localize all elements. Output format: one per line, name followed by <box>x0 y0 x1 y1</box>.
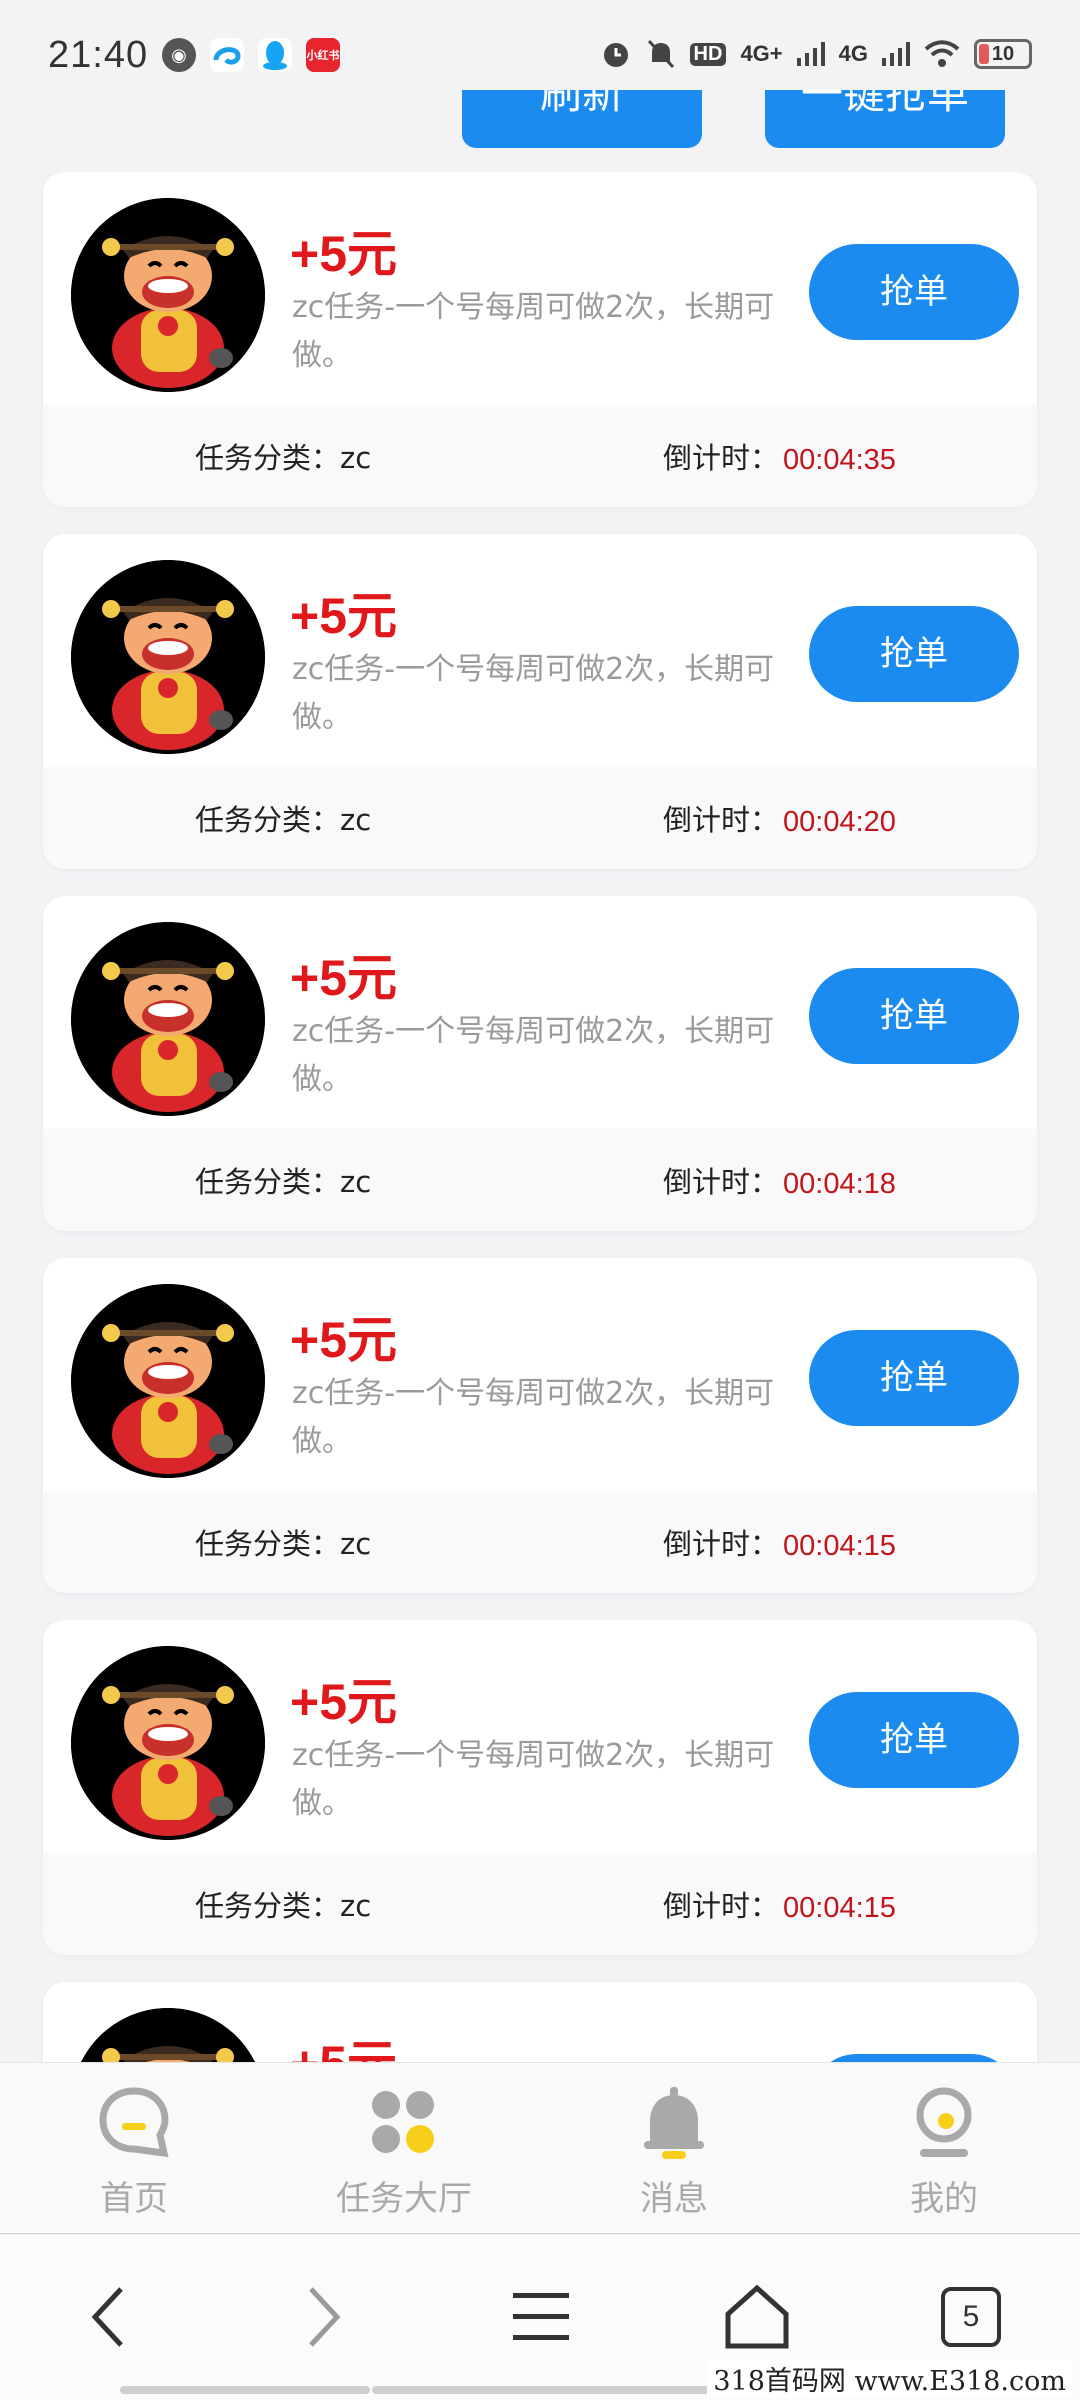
forward-button[interactable] <box>280 2277 370 2357</box>
task-reward: +5元 <box>290 588 398 644</box>
top-action-buttons: 刷新 一键抢单 <box>0 60 1080 150</box>
task-reward: +5元 <box>290 1312 398 1368</box>
countdown-label: 倒计时： <box>663 1165 780 1199</box>
tab-messages[interactable]: 消息 <box>574 2085 774 2220</box>
task-reward: +5元 <box>290 2024 397 2062</box>
task-description: zc任务-一个号每周可做2次，长期可做。 <box>292 652 775 735</box>
task-reward: +5元 <box>290 226 398 282</box>
home-icon <box>725 2284 789 2349</box>
hamburger-menu-icon <box>513 2293 569 2340</box>
grab-order-button[interactable]: 抢单 <box>809 1330 1019 1426</box>
task-category: 任务分类：zc <box>195 441 372 475</box>
watermark: 318首码网 www.E318.com <box>707 2359 1072 2398</box>
menu-button[interactable] <box>496 2277 586 2357</box>
task-category: 任务分类：zc <box>195 803 372 837</box>
task-card[interactable]: +5元 zc任务-一个号每周可做2次，长期可做。 抢单 任务分类：zc 倒计时：… <box>43 172 1037 507</box>
grab-order-button[interactable]: 抢单 <box>809 968 1019 1064</box>
tabs-button[interactable]: 5 <box>926 2277 1016 2357</box>
tab-profile-label: 我的 <box>910 2179 978 2219</box>
countdown-value: 00:04:20 <box>783 806 896 838</box>
countdown-label: 倒计时： <box>663 1527 780 1561</box>
profile-icon <box>916 2087 972 2157</box>
grab-all-button[interactable]: 一键抢单 <box>765 90 1005 148</box>
browser-nav-bar: 5 318首码网 www.E318.com <box>0 2235 1080 2400</box>
grab-order-button[interactable]: 抢单 <box>809 606 1019 702</box>
chevron-left-icon <box>91 2287 123 2347</box>
task-hall-icon <box>372 2091 434 2153</box>
grab-order-button[interactable]: 抢单 <box>809 1692 1019 1788</box>
task-avatar <box>71 1646 265 1840</box>
task-avatar <box>71 560 265 754</box>
countdown-value: 00:04:35 <box>783 444 896 476</box>
tab-task-hall[interactable]: 任务大厅 <box>304 2085 504 2220</box>
countdown-label: 倒计时： <box>663 441 780 475</box>
task-card[interactable]: +5元 zc任务-一个号每周可做2次，长期可做。 抢单 任务分类：zc 倒计时：… <box>43 896 1037 1231</box>
task-category: 任务分类：zc <box>195 1165 372 1199</box>
task-category: 任务分类：zc <box>195 1889 372 1923</box>
task-description: zc任务-一个号每周可做2次，长期可做。 <box>292 1014 775 1097</box>
chevron-right-icon <box>309 2287 341 2347</box>
task-category: 任务分类：zc <box>195 1527 372 1561</box>
task-reward: +5元 <box>290 1674 398 1730</box>
task-card[interactable]: +5元 <box>43 1982 1037 2062</box>
grab-order-button[interactable]: 抢单 <box>809 244 1019 340</box>
task-card[interactable]: +5元 zc任务-一个号每周可做2次，长期可做。 抢单 任务分类：zc 倒计时：… <box>43 1620 1037 1955</box>
grab-order-button[interactable] <box>809 2054 1019 2062</box>
task-list[interactable]: +5元 zc任务-一个号每周可做2次，长期可做。 抢单 任务分类：zc 倒计时：… <box>0 172 1080 2062</box>
task-card[interactable]: +5元 zc任务-一个号每周可做2次，长期可做。 抢单 任务分类：zc 倒计时：… <box>43 1258 1037 1593</box>
countdown-value: 00:04:18 <box>783 1168 896 1200</box>
countdown-label: 倒计时： <box>663 803 780 837</box>
task-reward: +5元 <box>290 950 398 1006</box>
bottom-tab-bar: 首页 任务大厅 消息 我的 <box>0 2062 1080 2234</box>
tabs-count: 5 <box>941 2287 1001 2347</box>
task-avatar <box>71 922 265 1116</box>
tab-messages-label: 消息 <box>640 2179 708 2219</box>
task-card[interactable]: +5元 zc任务-一个号每周可做2次，长期可做。 抢单 任务分类：zc 倒计时：… <box>43 534 1037 869</box>
tab-profile[interactable]: 我的 <box>844 2085 1044 2220</box>
countdown-label: 倒计时： <box>663 1889 780 1923</box>
grab-all-label: 一键抢单 <box>800 90 969 118</box>
task-avatar <box>71 1284 265 1478</box>
bell-icon <box>644 2087 704 2159</box>
task-description: zc任务-一个号每周可做2次，长期可做。 <box>292 290 775 373</box>
countdown-value: 00:04:15 <box>783 1892 896 1924</box>
tab-home-label: 首页 <box>100 2179 168 2219</box>
tab-home[interactable]: 首页 <box>34 2085 234 2220</box>
chat-bubble-icon <box>99 2087 169 2158</box>
gesture-bar-2 <box>372 2386 710 2394</box>
task-description: zc任务-一个号每周可做2次，长期可做。 <box>292 1376 775 1459</box>
home-button[interactable] <box>712 2277 802 2357</box>
task-avatar <box>71 2008 265 2062</box>
refresh-label: 刷新 <box>539 90 624 118</box>
countdown-value: 00:04:15 <box>783 1530 896 1562</box>
task-avatar <box>71 198 265 392</box>
refresh-button[interactable]: 刷新 <box>462 90 702 148</box>
gesture-bar <box>120 2386 370 2394</box>
tab-task-hall-label: 任务大厅 <box>336 2179 472 2219</box>
back-button[interactable] <box>62 2277 152 2357</box>
task-description: zc任务-一个号每周可做2次，长期可做。 <box>292 1738 775 1821</box>
